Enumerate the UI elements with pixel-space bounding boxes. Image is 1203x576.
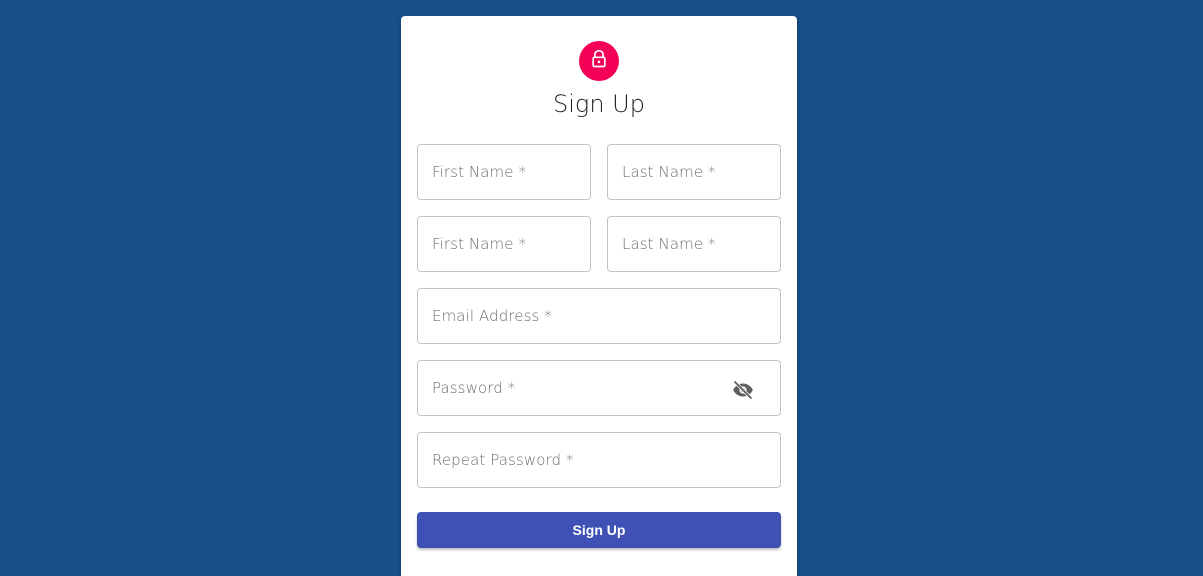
first-name-label: First Name * (432, 163, 527, 181)
first-name-field[interactable]: First Name * (417, 144, 591, 200)
repeat-password-label: Repeat Password * (432, 451, 574, 469)
lock-avatar (579, 41, 619, 81)
page-title: Sign Up (553, 90, 645, 118)
sign-up-button[interactable]: Sign Up (417, 512, 781, 548)
visibility-off-icon[interactable] (731, 378, 755, 400)
last-name-label-2: Last Name * (622, 235, 716, 253)
email-label: Email Address * (432, 307, 552, 325)
last-name-field-2[interactable]: Last Name * (607, 216, 781, 272)
password-field[interactable]: Password * (417, 360, 781, 416)
last-name-label: Last Name * (622, 163, 716, 181)
last-name-field[interactable]: Last Name * (607, 144, 781, 200)
lock-icon (589, 49, 609, 74)
repeat-password-field[interactable]: Repeat Password * (417, 432, 781, 488)
first-name-field-2[interactable]: First Name * (417, 216, 591, 272)
email-field[interactable]: Email Address * (417, 288, 781, 344)
sign-up-card: Sign Up First Name * Last Name * First N… (401, 16, 797, 576)
first-name-label-2: First Name * (432, 235, 527, 253)
password-label: Password * (432, 379, 516, 397)
